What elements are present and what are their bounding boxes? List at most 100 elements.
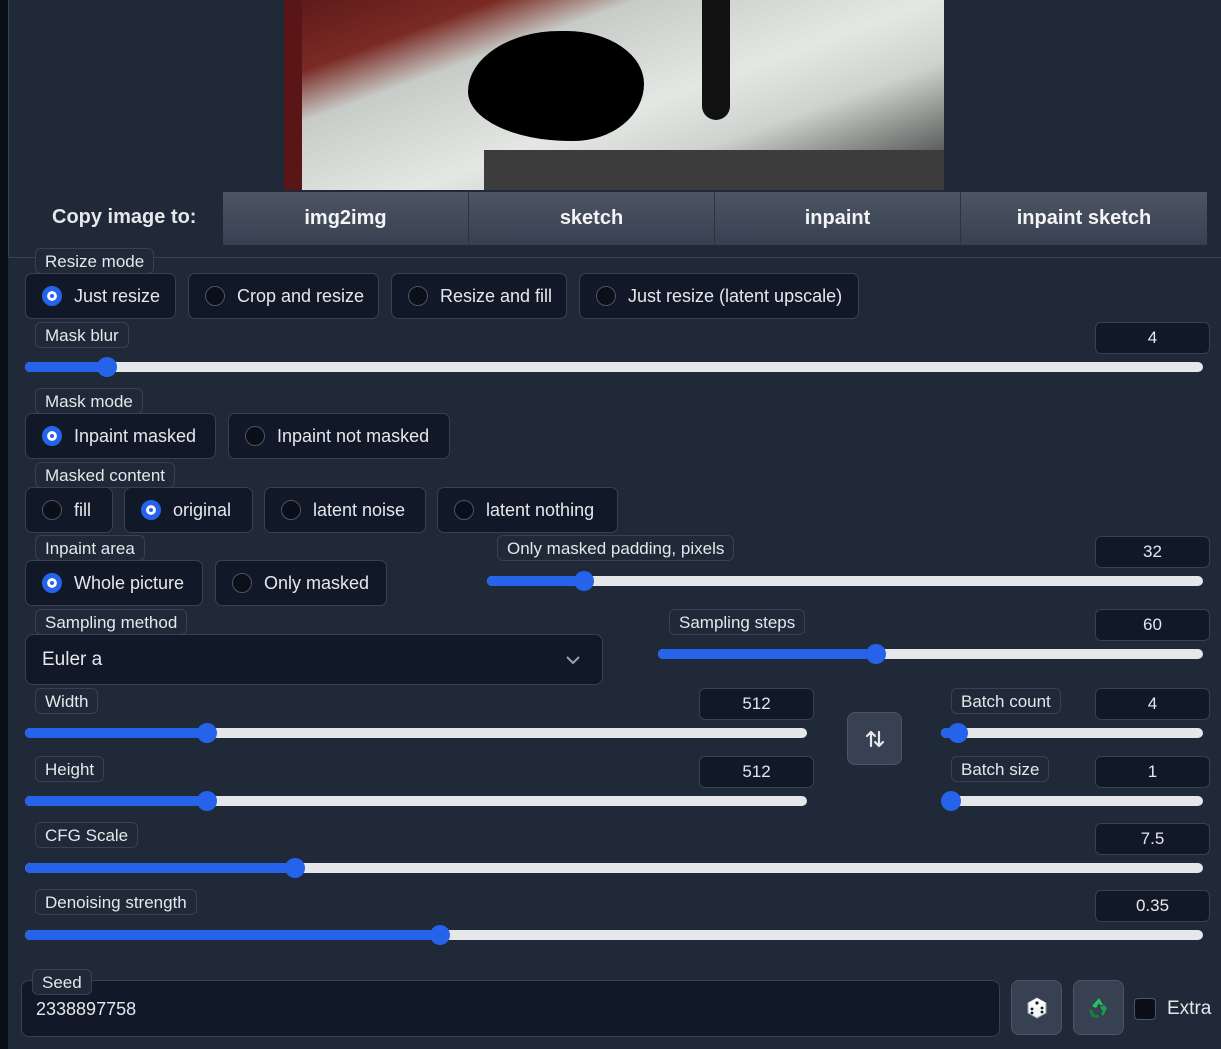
mask-mode-label: Mask mode — [35, 388, 143, 414]
radio-indicator — [596, 286, 616, 306]
extra-label: Extra — [1167, 998, 1212, 1019]
resize-mode-label: Resize mode — [35, 248, 155, 274]
radio-selected-indicator — [42, 286, 62, 306]
resize-mode-just-resize[interactable]: Just resize — [25, 273, 176, 319]
result-image — [284, 0, 944, 190]
slider-track — [941, 728, 1203, 738]
radio-label: Just resize (latent upscale) — [628, 285, 843, 306]
slider-thumb[interactable] — [97, 357, 118, 377]
radio-label: latent noise — [313, 499, 406, 520]
copy-to-inpaint-button[interactable]: inpaint — [715, 192, 961, 245]
masked-content-original[interactable]: original — [124, 487, 253, 533]
inpaint-area-label: Inpaint area — [35, 535, 145, 561]
radio-indicator — [42, 500, 62, 520]
sampling-steps-slider[interactable] — [658, 643, 1203, 665]
batch-count-label: Batch count — [951, 688, 1061, 714]
slider-thumb[interactable] — [948, 723, 969, 743]
mask-mode-inpaint-masked[interactable]: Inpaint masked — [25, 413, 216, 459]
masked-content-fill[interactable]: fill — [25, 487, 113, 533]
radio-label: Inpaint masked — [74, 425, 197, 446]
mask-blur-number-input[interactable]: 4 — [1095, 322, 1210, 354]
sampling-steps-number-input[interactable]: 60 — [1095, 609, 1210, 641]
denoising-strength-number-input[interactable]: 0.35 — [1095, 890, 1210, 922]
radio-indicator — [454, 500, 474, 520]
copy-to-inpaint-sketch-button[interactable]: inpaint sketch — [961, 192, 1207, 245]
radio-label: fill — [74, 499, 91, 520]
slider-thumb[interactable] — [430, 925, 451, 945]
slider-fill — [25, 362, 108, 372]
seed-input[interactable]: 2338897758 — [21, 980, 1000, 1037]
inpaint-area-only-masked[interactable]: Only masked — [215, 560, 387, 606]
batch-size-slider[interactable] — [941, 790, 1203, 812]
dice-icon — [1027, 996, 1046, 1019]
height-label: Height — [35, 756, 105, 782]
cfg-scale-number-input[interactable]: 7.5 — [1095, 823, 1210, 855]
image-hair-region — [702, 0, 730, 120]
width-slider[interactable] — [25, 722, 807, 744]
cfg-scale-slider[interactable] — [25, 857, 1203, 879]
width-label: Width — [35, 688, 99, 714]
resize-mode-crop-and-resize[interactable]: Crop and resize — [188, 273, 379, 319]
resize-mode-resize-and-fill[interactable]: Resize and fill — [391, 273, 567, 319]
masked-content-label: Masked content — [35, 462, 176, 488]
radio-indicator — [232, 573, 252, 593]
denoising-strength-slider[interactable] — [25, 924, 1203, 946]
slider-track — [25, 362, 1203, 372]
radio-indicator — [245, 426, 265, 446]
radio-selected-indicator — [42, 426, 62, 446]
slider-fill — [25, 728, 208, 738]
slider-thumb[interactable] — [284, 858, 305, 878]
radio-label: Only masked — [264, 572, 370, 593]
chevron-down-icon — [566, 656, 580, 665]
radio-selected-indicator — [42, 573, 62, 593]
image-background-stripe — [284, 0, 302, 190]
copy-to-img2img-button[interactable]: img2img — [223, 192, 469, 245]
width-number-input[interactable]: 512 — [699, 688, 814, 720]
batch-size-label: Batch size — [951, 756, 1050, 782]
random-seed-button[interactable] — [1011, 980, 1062, 1035]
radio-label: original — [173, 499, 232, 520]
image-desk-region — [484, 150, 944, 190]
seed-label: Seed — [32, 969, 92, 995]
masked-content-latent-nothing[interactable]: latent nothing — [437, 487, 618, 533]
radio-indicator — [281, 500, 301, 520]
cfg-scale-label: CFG Scale — [35, 822, 139, 848]
radio-label: Inpaint not masked — [277, 425, 430, 446]
masked-content-latent-noise[interactable]: latent noise — [264, 487, 426, 533]
slider-thumb[interactable] — [197, 791, 218, 811]
extra-checkbox[interactable] — [1134, 998, 1156, 1020]
slider-thumb[interactable] — [574, 571, 594, 591]
slider-thumb[interactable] — [197, 723, 218, 743]
reuse-seed-button[interactable] — [1073, 980, 1124, 1035]
slider-fill — [25, 863, 295, 873]
copy-image-to-label: Copy image to: — [52, 206, 197, 228]
height-slider[interactable] — [25, 790, 807, 812]
radio-label: Just resize — [74, 285, 161, 306]
mask-mode-inpaint-not-masked[interactable]: Inpaint not masked — [228, 413, 450, 459]
slider-thumb[interactable] — [865, 644, 886, 664]
sampling-method-label: Sampling method — [35, 609, 188, 635]
radio-label: Whole picture — [74, 572, 185, 593]
batch-size-number-input[interactable]: 1 — [1095, 756, 1210, 788]
radio-selected-indicator — [141, 500, 161, 520]
slider-fill — [658, 649, 876, 659]
swap-dimensions-button[interactable] — [847, 712, 902, 765]
inpaint-area-whole-picture[interactable]: Whole picture — [25, 560, 203, 606]
batch-count-number-input[interactable]: 4 — [1095, 688, 1210, 720]
sampling-steps-label: Sampling steps — [669, 609, 806, 635]
only-masked-padding-slider[interactable] — [487, 570, 1203, 592]
sampling-method-dropdown[interactable]: Euler a — [25, 634, 603, 685]
copy-to-sketch-button[interactable]: sketch — [469, 192, 715, 245]
slider-thumb[interactable] — [941, 791, 961, 811]
height-number-input[interactable]: 512 — [699, 756, 814, 788]
denoising-strength-label: Denoising strength — [35, 889, 197, 915]
only-masked-padding-number-input[interactable]: 32 — [1095, 536, 1210, 568]
resize-mode-just-resize-latent-upscale[interactable]: Just resize (latent upscale) — [579, 273, 859, 319]
swap-vertical-arrows-icon — [865, 730, 884, 747]
batch-count-slider[interactable] — [941, 722, 1203, 744]
slider-track — [941, 796, 1203, 806]
radio-label: latent nothing — [486, 499, 595, 520]
mask-blur-label: Mask blur — [35, 322, 129, 348]
recycle-icon — [1088, 997, 1107, 1018]
mask-blur-slider[interactable] — [25, 356, 1203, 378]
